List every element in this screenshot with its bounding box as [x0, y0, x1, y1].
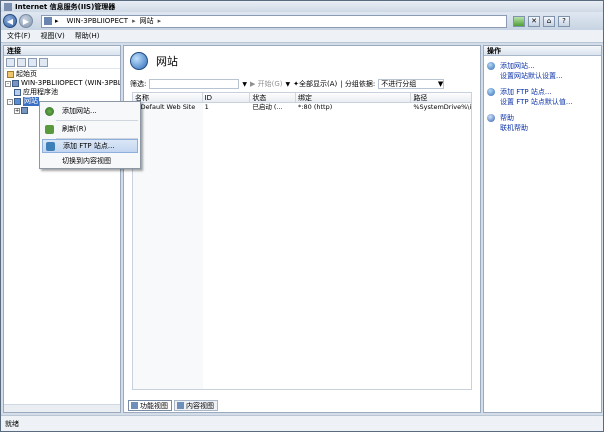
address-separator-icon: ▸: [157, 17, 162, 25]
action-ftp-defaults[interactable]: 设置 FTP 站点默认值...: [487, 97, 601, 107]
tree-node-server[interactable]: - WIN-3PBLIIOPECT (WIN-3PBLI: [4, 79, 120, 88]
actions-group-sites: 添加网站... 设置网站默认设置...: [484, 56, 601, 81]
iis-manager-window: Internet 信息服务(IIS)管理器 ◀ ▶ ▸ WIN-3PBLIIOP…: [0, 0, 604, 432]
server-icon: [12, 80, 19, 87]
address-separator-icon: ▸: [132, 17, 136, 25]
tree-node-app-pools[interactable]: 应用程序池: [4, 88, 120, 97]
page-title: 网站: [156, 55, 178, 68]
status-text: 就绪: [5, 420, 19, 428]
add-website-icon: [45, 106, 54, 116]
iis-app-icon: [4, 2, 12, 11]
home-icon[interactable]: ⌂: [543, 15, 555, 27]
cell-status: 已启动 (...: [252, 103, 283, 111]
start-page-icon: [7, 71, 14, 78]
forward-icon[interactable]: ▶: [19, 14, 33, 28]
window-title: Internet 信息服务(IIS)管理器: [15, 2, 116, 11]
menu-view[interactable]: 视图(V): [41, 31, 65, 41]
group-by-select[interactable]: 不进行分组 ▼: [378, 79, 445, 89]
table-row[interactable]: ◉Default Web Site 1 已启动 (... *:80 (http)…: [133, 103, 471, 112]
action-help[interactable]: 帮助: [487, 113, 601, 123]
cell-name: ◉Default Web Site: [135, 103, 196, 111]
sites-folder-icon: [14, 98, 21, 105]
content-view-icon: [177, 402, 184, 409]
app-pool-icon: [14, 89, 21, 96]
connections-horizontal-scrollbar[interactable]: [4, 404, 120, 412]
context-item-add-ftp-site[interactable]: 添加 FTP 站点...: [42, 139, 138, 153]
save-icon[interactable]: [17, 57, 26, 67]
filter-bar: 筛选: ▼ ▶ 开始(G) ▼ ✦全部显示(A) | 分组依据: 不进行分组 ▼: [130, 78, 470, 90]
column-header-name[interactable]: 名称: [133, 93, 203, 102]
context-separator: [56, 120, 138, 121]
add-ftp-icon: [487, 88, 495, 96]
status-bar: 就绪: [1, 415, 603, 431]
title-bar: Internet 信息服务(IIS)管理器: [1, 1, 603, 12]
column-header-path[interactable]: 路径: [411, 93, 471, 102]
address-row: ◀ ▶ ▸ WIN-3PBLIIOPECT ▸ 网站 ▸ ✕ ⌂ ?: [1, 12, 603, 30]
menu-help[interactable]: 帮助(H): [75, 31, 100, 41]
address-separator-icon: ▸: [55, 17, 59, 25]
expand-icon[interactable]: +: [14, 107, 20, 114]
collapse-icon[interactable]: -: [7, 98, 13, 105]
site-folder-icon: [44, 17, 52, 25]
back-icon[interactable]: ◀: [3, 14, 17, 28]
view-tabs: 功能视图 内容视图: [128, 400, 218, 412]
cell-id: 1: [204, 103, 209, 111]
collapse-icon[interactable]: -: [5, 80, 11, 87]
tab-features-view[interactable]: 功能视图: [128, 400, 172, 411]
group-by-label: | 分组依据:: [340, 80, 376, 88]
menu-file[interactable]: 文件(F): [7, 31, 31, 41]
actions-group-help: 帮助 联机帮助: [484, 107, 601, 133]
show-all-button[interactable]: ✦全部显示(A): [293, 79, 337, 89]
sites-node-label: 网站: [23, 97, 39, 106]
actions-header: 操作: [484, 46, 601, 56]
action-online-help[interactable]: 联机帮助: [487, 123, 601, 133]
menu-bar: 文件(F) 视图(V) 帮助(H): [1, 30, 603, 43]
table-header: 名称 ID 状态 绑定 路径: [133, 93, 471, 103]
sites-table: 名称 ID 状态 绑定 路径 ◉Default Web Site 1 已启动 (…: [132, 92, 472, 390]
connections-toolbar: [4, 56, 120, 69]
globe-icon: [130, 52, 148, 70]
up-folder-icon[interactable]: [28, 57, 37, 67]
context-item-switch-content-view[interactable]: 切换到内容视图: [42, 154, 138, 168]
address-tools: ✕ ⌂ ?: [513, 15, 570, 27]
action-add-ftp-site[interactable]: 添加 FTP 站点...: [487, 87, 601, 97]
column-header-binding[interactable]: 绑定: [296, 93, 412, 102]
connect-globe-icon[interactable]: [6, 57, 15, 67]
actions-pane: 操作 添加网站... 设置网站默认设置... 添加 FTP 站点... 设置 F…: [483, 45, 602, 413]
address-segment-server[interactable]: WIN-3PBLIIOPECT: [67, 17, 129, 25]
chevron-down-icon: ▼: [437, 80, 444, 88]
stop-icon[interactable]: ✕: [528, 15, 540, 27]
add-website-icon: [487, 62, 495, 70]
address-bar[interactable]: ▸ WIN-3PBLIIOPECT ▸ 网站 ▸: [41, 14, 507, 28]
action-site-defaults[interactable]: 设置网站默认设置...: [487, 71, 601, 81]
add-ftp-icon: [46, 141, 55, 151]
filter-label: 筛选:: [130, 80, 147, 88]
column-header-status[interactable]: 状态: [250, 93, 297, 102]
help-icon: [487, 114, 495, 122]
refresh-icon: [45, 124, 54, 134]
features-view-icon: [131, 402, 138, 409]
disconnect-icon[interactable]: [39, 57, 48, 67]
tree-node-start-page[interactable]: 起始页: [4, 70, 120, 79]
context-menu: 添加网站... 刷新(R) 添加 FTP 站点... 切换到内容视图: [39, 101, 141, 169]
connect-icon[interactable]: [513, 15, 525, 27]
filter-dropdown-icon[interactable]: ▼: [242, 81, 247, 88]
address-segment-sites[interactable]: 网站: [140, 16, 154, 26]
filter-input[interactable]: [149, 79, 240, 89]
actions-group-ftp: 添加 FTP 站点... 设置 FTP 站点默认值...: [484, 81, 601, 107]
context-item-add-website[interactable]: 添加网站...: [42, 104, 138, 118]
cell-path: %SystemDrive%\in: [413, 103, 472, 111]
website-icon: [21, 107, 28, 114]
column-header-id[interactable]: ID: [203, 93, 251, 102]
context-item-refresh[interactable]: 刷新(R): [42, 122, 138, 136]
tab-content-view[interactable]: 内容视图: [174, 400, 218, 411]
cell-binding: *:80 (http): [298, 103, 333, 111]
action-add-website[interactable]: 添加网站...: [487, 61, 601, 71]
start-dropdown-icon[interactable]: ▼: [285, 81, 290, 88]
sites-content-pane: 网站 筛选: ▼ ▶ 开始(G) ▼ ✦全部显示(A) | 分组依据: 不进行分…: [123, 45, 481, 413]
page-header: 网站: [124, 46, 480, 76]
start-filter-button[interactable]: ▶ 开始(G): [250, 79, 283, 89]
help-icon[interactable]: ?: [558, 15, 570, 27]
connections-header: 连接: [4, 46, 120, 56]
